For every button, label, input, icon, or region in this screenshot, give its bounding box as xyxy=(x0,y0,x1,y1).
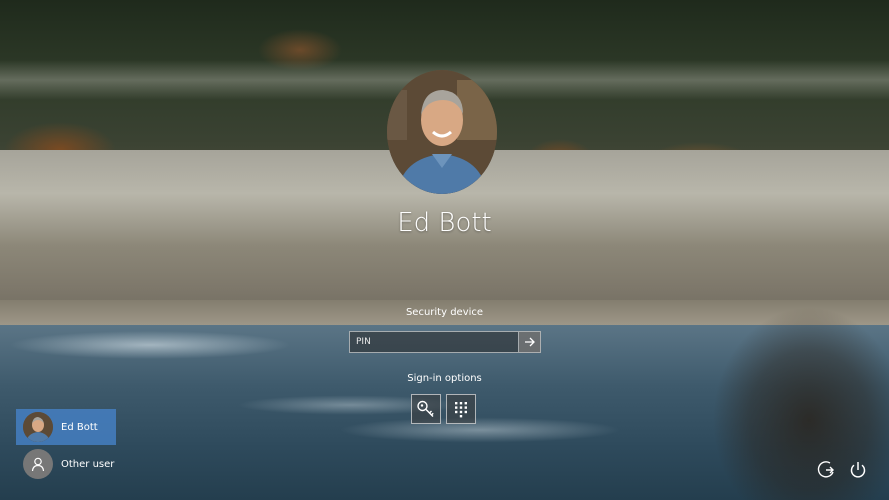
power-button[interactable] xyxy=(846,458,870,482)
pin-field-group xyxy=(349,331,541,353)
arrow-right-icon xyxy=(524,337,535,347)
user-photo-icon xyxy=(23,412,53,442)
pin-keypad-icon xyxy=(455,402,467,418)
user-photo-icon xyxy=(387,70,497,194)
ease-of-access-icon xyxy=(817,461,834,478)
user-tile-ed-bott[interactable]: Ed Bott xyxy=(16,409,116,445)
pin-submit-button[interactable] xyxy=(519,331,541,353)
signin-option-security-key[interactable] xyxy=(411,394,441,424)
power-icon xyxy=(850,462,866,478)
user-tile-label: Other user xyxy=(61,458,115,470)
user-name-heading: Ed Bott xyxy=(397,208,492,238)
person-icon xyxy=(23,449,53,479)
user-tile-label: Ed Bott xyxy=(61,421,98,433)
pin-input[interactable] xyxy=(349,331,519,353)
signin-options-label: Sign-in options xyxy=(407,373,482,384)
user-avatar-large xyxy=(387,70,497,194)
signin-option-pin[interactable] xyxy=(446,394,476,424)
security-device-label: Security device xyxy=(405,307,484,318)
user-tile-other-user[interactable]: Other user xyxy=(16,446,116,482)
security-key-icon xyxy=(417,400,434,417)
ease-of-access-button[interactable] xyxy=(814,458,838,482)
